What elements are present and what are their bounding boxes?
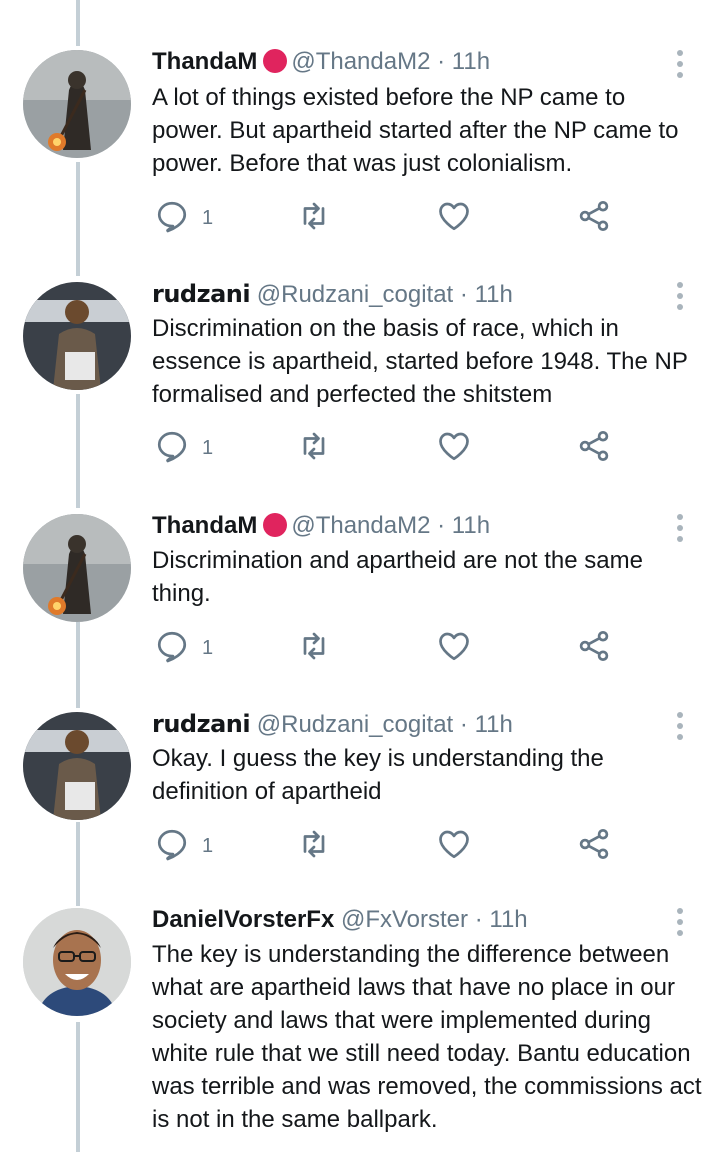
reply-button[interactable]: 1: [154, 198, 213, 238]
tweet-header: ThandaM @ThandaM2 · 11h: [152, 510, 490, 542]
badge-icon: [263, 513, 288, 537]
tweet-header: DanielVorsterFx @FxVorster · 11h: [152, 904, 528, 936]
avatar[interactable]: [23, 712, 131, 820]
tweet-actions: 1: [152, 628, 632, 668]
separator: ·: [437, 48, 446, 75]
more-icon[interactable]: [670, 908, 690, 938]
like-icon: [436, 826, 472, 867]
retweet-icon: [296, 628, 332, 669]
tweet-header: rudzani @Rudzani_cogitat · 11h: [152, 278, 513, 311]
reply-count: 1: [202, 436, 214, 459]
user-handle[interactable]: @FxVorster: [341, 906, 468, 933]
avatar[interactable]: [23, 50, 131, 158]
separator: ·: [437, 512, 446, 539]
tweet[interactable]: ThandaM @ThandaM2 · 11h A lot of things e…: [0, 46, 720, 246]
share-button[interactable]: [576, 826, 612, 866]
retweet-button[interactable]: [296, 198, 332, 238]
retweet-button[interactable]: [296, 428, 332, 468]
user-handle[interactable]: @Rudzani_cogitat: [257, 281, 453, 308]
retweet-button[interactable]: [296, 628, 332, 668]
reply-button[interactable]: 1: [154, 628, 213, 668]
share-icon: [576, 198, 612, 239]
retweet-icon: [296, 198, 332, 239]
tweet[interactable]: rudzani @Rudzani_cogitat · 11h Discrimin…: [0, 278, 720, 478]
reply-icon: [154, 826, 190, 867]
retweet-button[interactable]: [296, 826, 332, 866]
tweet-text: Discrimination on the basis of race, whi…: [152, 315, 688, 408]
like-icon: [436, 198, 472, 239]
retweet-icon: [296, 428, 332, 469]
tweet-text: Discrimination and apartheid are not the…: [152, 547, 643, 607]
like-icon: [436, 628, 472, 669]
like-icon: [436, 428, 472, 469]
share-button[interactable]: [576, 628, 612, 668]
tweet[interactable]: rudzani @Rudzani_cogitat · 11h Okay. I g…: [0, 708, 720, 878]
user-handle[interactable]: @ThandaM2: [291, 48, 430, 75]
user-handle[interactable]: @ThandaM2: [291, 512, 430, 539]
reply-count: 1: [202, 636, 214, 659]
avatar[interactable]: [23, 908, 131, 1016]
tweet-header: rudzani @Rudzani_cogitat · 11h: [152, 708, 513, 741]
badge-icon: [263, 49, 288, 73]
more-icon[interactable]: [670, 50, 690, 80]
share-button[interactable]: [576, 428, 612, 468]
share-icon: [576, 826, 612, 867]
timestamp[interactable]: 11h: [475, 711, 513, 738]
display-name[interactable]: rudzani: [152, 280, 251, 308]
timestamp[interactable]: 11h: [475, 281, 513, 308]
more-icon[interactable]: [670, 712, 690, 742]
timestamp[interactable]: 11h: [489, 906, 527, 933]
like-button[interactable]: [436, 198, 472, 238]
tweet-text: Okay. I guess the key is understanding t…: [152, 745, 604, 805]
share-icon: [576, 428, 612, 469]
timestamp[interactable]: 11h: [452, 512, 490, 539]
separator: ·: [459, 281, 468, 308]
reply-icon: [154, 198, 190, 239]
tweet-actions: 1: [152, 428, 632, 468]
reply-count: 1: [202, 206, 214, 229]
display-name[interactable]: rudzani: [152, 710, 251, 738]
display-name[interactable]: ThandaM: [152, 512, 257, 539]
more-icon[interactable]: [670, 514, 690, 544]
display-name[interactable]: DanielVorsterFx: [152, 906, 334, 933]
reply-button[interactable]: 1: [154, 428, 213, 468]
avatar[interactable]: [23, 514, 131, 622]
thread-line: [76, 0, 80, 46]
tweet-actions: 1: [152, 826, 632, 866]
reply-icon: [154, 428, 190, 469]
like-button[interactable]: [436, 428, 472, 468]
tweet-header: ThandaM @ThandaM2 · 11h: [152, 46, 490, 78]
tweet-actions: 1: [152, 198, 632, 238]
display-name[interactable]: ThandaM: [152, 48, 257, 75]
tweet-text: The key is understanding the difference …: [152, 941, 702, 1133]
reply-count: 1: [202, 834, 214, 857]
tweet[interactable]: DanielVorsterFx @FxVorster · 11h The key…: [0, 904, 720, 1152]
like-button[interactable]: [436, 826, 472, 866]
tweet[interactable]: ThandaM @ThandaM2 · 11h Discrimination an…: [0, 510, 720, 680]
retweet-icon: [296, 826, 332, 867]
tweet-text: A lot of things existed before the NP ca…: [152, 84, 679, 177]
share-icon: [576, 628, 612, 669]
reply-button[interactable]: 1: [154, 826, 213, 866]
more-icon[interactable]: [670, 282, 690, 312]
separator: ·: [459, 711, 468, 738]
avatar[interactable]: [23, 282, 131, 390]
timestamp[interactable]: 11h: [452, 48, 490, 75]
separator: ·: [474, 906, 483, 933]
reply-icon: [154, 628, 190, 669]
like-button[interactable]: [436, 628, 472, 668]
share-button[interactable]: [576, 198, 612, 238]
user-handle[interactable]: @Rudzani_cogitat: [257, 711, 453, 738]
